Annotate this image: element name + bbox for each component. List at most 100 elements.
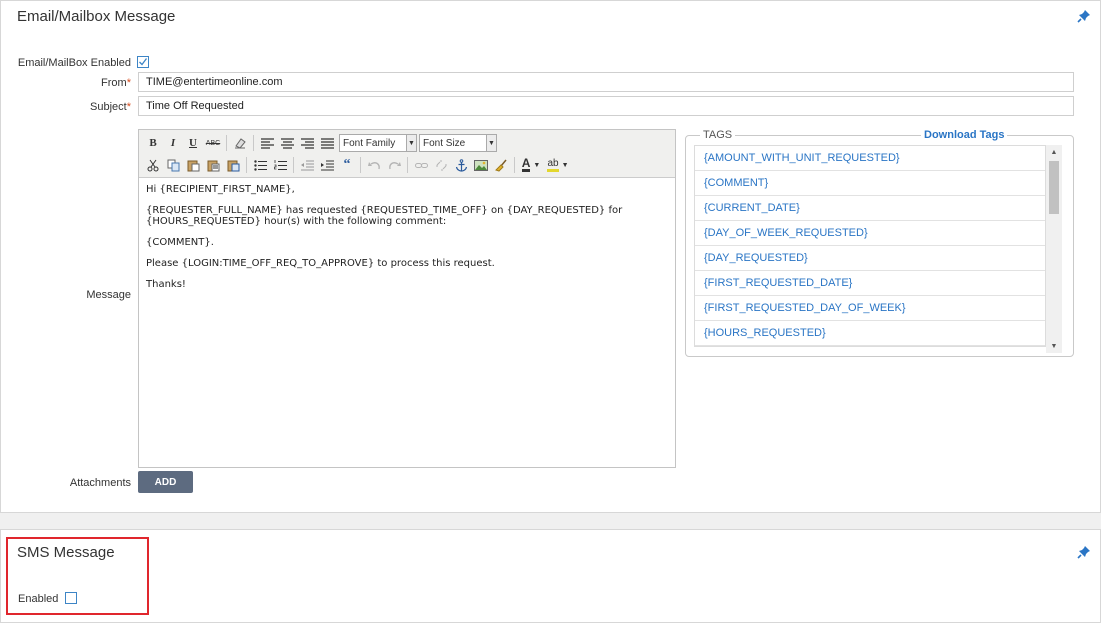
required-marker: * [126,101,131,113]
underline-button[interactable]: U [183,133,203,153]
strikethrough-button[interactable]: ABC [203,133,223,153]
tag-item[interactable]: {FIRST_REQUESTED_DAY_OF_WEEK} [695,296,1045,321]
align-right-button[interactable] [297,133,317,153]
eraser-icon [235,138,246,149]
outdent-icon [300,160,314,170]
italic-button[interactable]: I [163,133,183,153]
image-button[interactable] [471,155,491,175]
editor-content[interactable]: Hi {RECIPIENT_FIRST_NAME}, {REQUESTER_FU… [139,178,675,306]
tag-item[interactable]: {DAY_REQUESTED} [695,246,1045,271]
paste-button[interactable] [183,155,203,175]
blockquote-button[interactable]: “ [337,155,357,175]
dropdown-arrow-icon: ▼ [533,161,541,169]
paste-word-button[interactable] [223,155,243,175]
download-tags-link[interactable]: Download Tags [921,129,1008,141]
redo-button[interactable] [384,155,404,175]
font-size-value: Font Size [423,137,466,149]
unlink-icon [435,159,447,171]
email-enabled-label: Email/MailBox Enabled [17,57,131,69]
editor-toolbar: B I U ABC Font Family ▼ Font Size ▼ “ A … [139,130,675,178]
message-label: Message [86,289,131,301]
add-attachment-button[interactable]: ADD [138,471,193,493]
paste-icon [187,160,199,171]
tag-item[interactable]: {HOURS_REQUESTED} [695,321,1045,346]
tags-list: {AMOUNT_WITH_UNIT_REQUESTED} {COMMENT} {… [694,145,1046,347]
cut-button[interactable] [143,155,163,175]
align-center-icon [280,137,294,149]
align-justify-icon [320,137,334,149]
subject-input[interactable] [138,96,1074,116]
bullet-list-button[interactable] [250,155,270,175]
checkmark-icon [139,58,148,66]
tag-item[interactable]: {DAY_OF_WEEK_REQUESTED} [695,221,1045,246]
tag-item[interactable]: {AMOUNT_WITH_UNIT_REQUESTED} [695,146,1045,171]
scissors-icon [147,159,158,171]
panel-divider [0,513,1101,529]
toolbar-separator [407,157,408,173]
paste-text-icon [207,160,219,171]
toolbar-separator [226,135,227,151]
pin-icon[interactable] [1077,9,1091,23]
align-left-button[interactable] [257,133,277,153]
from-label-text: From [101,77,127,89]
email-panel-title: Email/Mailbox Message [17,8,176,25]
toolbar-separator [293,157,294,173]
email-enabled-checkbox[interactable] [137,56,149,68]
sms-message-panel [0,529,1101,623]
font-family-value: Font Family [343,137,396,149]
from-label: From* [60,77,131,89]
toolbar-row-1: B I U ABC Font Family ▼ Font Size ▼ [143,132,497,154]
from-input[interactable] [138,72,1074,92]
paste-text-button[interactable] [203,155,223,175]
editor-paragraph: {COMMENT}. [146,237,214,248]
copy-button[interactable] [163,155,183,175]
toolbar-separator [253,135,254,151]
indent-button[interactable] [317,155,337,175]
align-right-icon [300,137,314,149]
font-size-select[interactable]: Font Size ▼ [419,134,497,152]
editor-paragraph: {REQUESTER_FULL_NAME} has requested {REQ… [146,205,623,227]
tag-item[interactable]: {FIRST_REQUESTED_DATE} [695,271,1045,296]
required-marker: * [126,77,131,89]
editor-paragraph: Please {LOGIN:TIME_OFF_REQ_TO_APPROVE} t… [146,258,495,269]
numbered-list-icon [273,159,287,170]
pin-icon[interactable] [1077,545,1091,559]
numbered-list-button[interactable] [270,155,290,175]
redo-icon [388,161,401,169]
attachments-label: Attachments [69,477,131,489]
remove-format-button[interactable] [230,133,250,153]
dropdown-arrow-icon: ▼ [406,135,416,151]
unlink-button[interactable] [431,155,451,175]
scrollbar-thumb[interactable] [1049,161,1059,214]
align-center-button[interactable] [277,133,297,153]
anchor-icon [455,158,467,172]
scroll-up-arrow-icon[interactable]: ▲ [1046,145,1062,159]
dropdown-arrow-icon: ▼ [486,135,496,151]
undo-button[interactable] [364,155,384,175]
link-button[interactable] [411,155,431,175]
subject-label: Subject* [60,101,131,113]
tags-scrollbar[interactable]: ▲ ▼ [1046,145,1062,353]
link-icon [414,162,428,168]
align-justify-button[interactable] [317,133,337,153]
indent-icon [320,160,334,170]
quote-icon: “ [343,157,351,172]
text-color-icon: A [521,156,531,172]
cleanup-button[interactable] [491,155,511,175]
bold-button[interactable]: B [143,133,163,153]
highlight-color-button[interactable]: ab ▼ [544,155,572,175]
tags-legend: TAGS [700,129,736,141]
message-editor[interactable]: B I U ABC Font Family ▼ Font Size ▼ “ A … [138,129,676,468]
outdent-button[interactable] [297,155,317,175]
tag-item[interactable]: {COMMENT} [695,171,1045,196]
toolbar-row-2: “ A ▼ ab ▼ [143,154,572,176]
text-color-button[interactable]: A ▼ [518,155,544,175]
editor-paragraph: Thanks! [146,279,186,290]
anchor-button[interactable] [451,155,471,175]
tag-item[interactable]: {CURRENT_DATE} [695,196,1045,221]
font-family-select[interactable]: Font Family ▼ [339,134,417,152]
copy-icon [167,159,179,171]
scroll-down-arrow-icon[interactable]: ▼ [1046,339,1062,353]
image-icon [474,159,488,171]
toolbar-separator [246,157,247,173]
